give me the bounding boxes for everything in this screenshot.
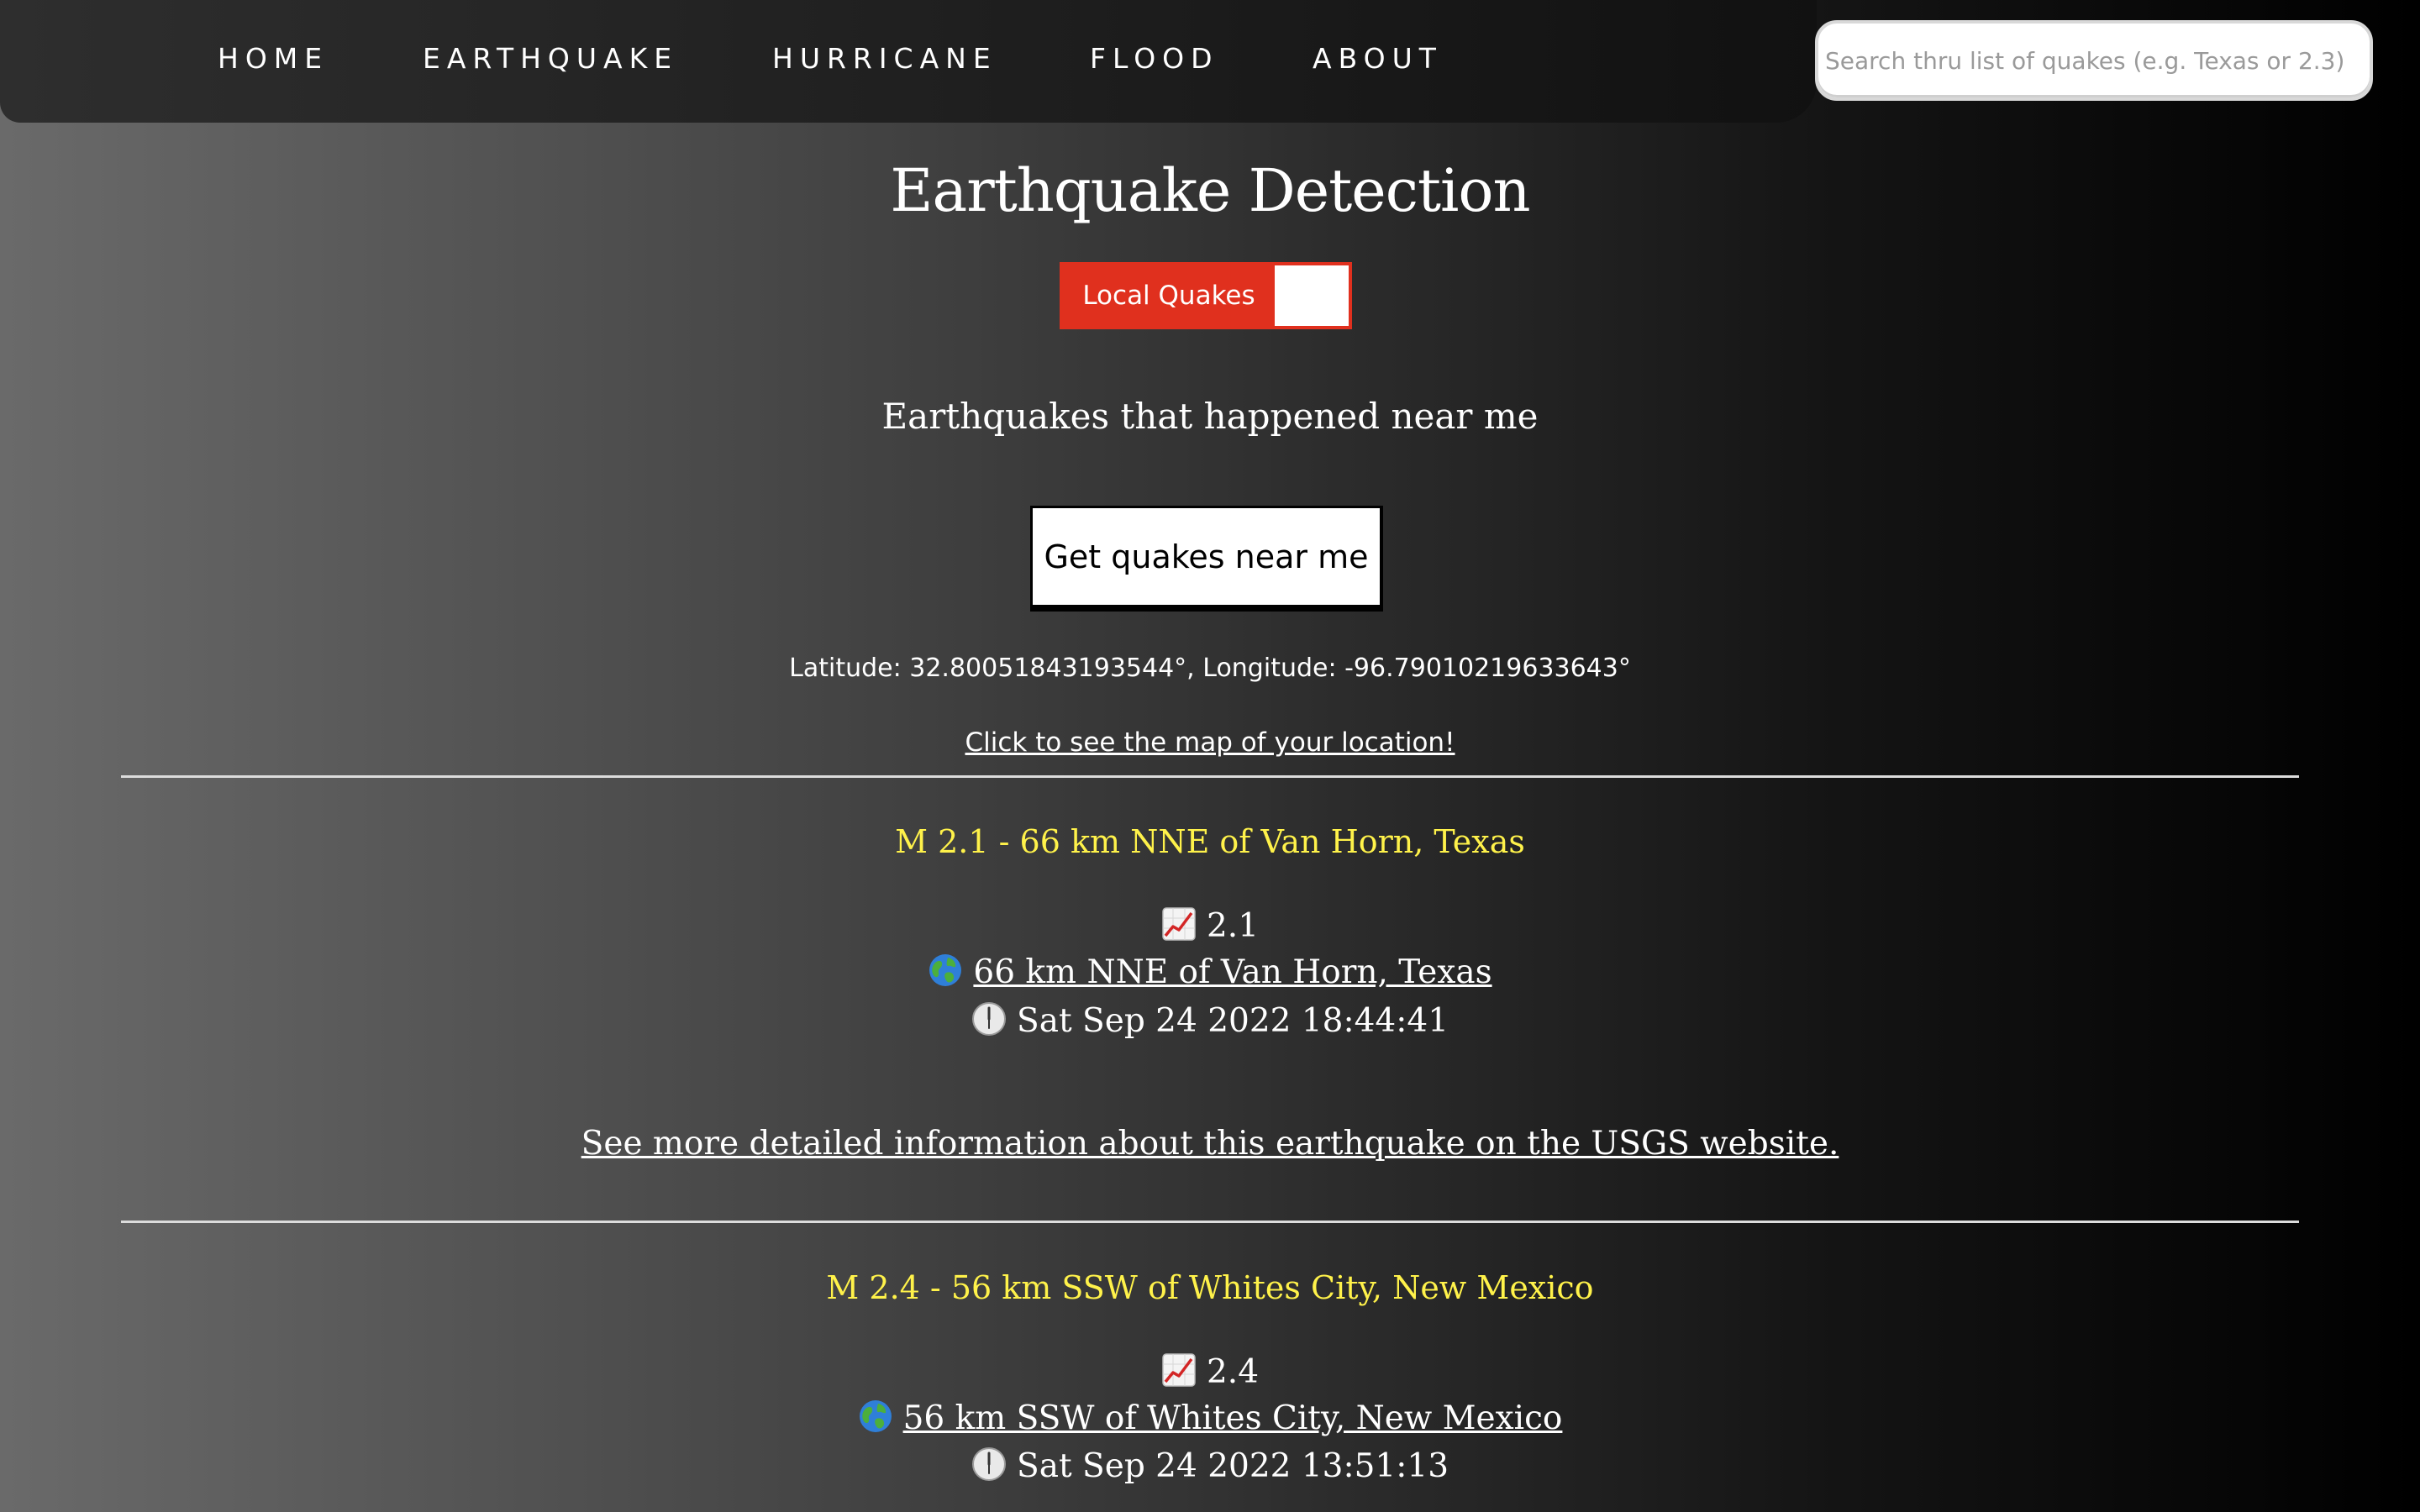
coordinates-text: Latitude: 32.80051843193544°, Longitude:…: [789, 654, 1631, 683]
quake-title: M 2.4 - 56 km SSW of Whites City, New Me…: [826, 1269, 1594, 1306]
quake-magnitude: 2.4: [0, 1349, 2420, 1396]
search-input[interactable]: [1815, 20, 2373, 101]
nav-item-flood[interactable]: FLOOD: [1090, 42, 1219, 76]
clock-icon: [971, 1002, 1006, 1036]
usgs-link-container: See more detailed information about this…: [0, 1121, 2420, 1168]
page-title: Earthquake Detection: [890, 156, 1530, 225]
toggle-label: Local Quakes: [1082, 281, 1255, 311]
quake-place: 56 km SSW of Whites City, New Mexico: [0, 1395, 2420, 1442]
quake-time: Sat Sep 24 2022 18:44:41: [0, 998, 2420, 1045]
quake-title: M 2.1 - 66 km NNE of Van Horn, Texas: [895, 823, 1525, 860]
section-subtitle: Earthquakes that happened near me: [881, 396, 1539, 437]
quake-place: 66 km NNE of Van Horn, Texas: [0, 949, 2420, 996]
usgs-link[interactable]: See more detailed information about this…: [581, 1125, 1839, 1163]
get-quakes-button[interactable]: Get quakes near me: [1030, 506, 1383, 612]
quake-magnitude-value: 2.4: [1206, 1353, 1260, 1391]
quake-magnitude-value: 2.1: [1206, 907, 1260, 945]
chart-increasing-icon: [1162, 907, 1196, 941]
toggle-knob[interactable]: [1275, 265, 1349, 326]
map-link-container: Click to see the map of your location!: [0, 724, 2420, 761]
nav-item-about[interactable]: ABOUT: [1313, 42, 1443, 76]
quake-time-value: Sat Sep 24 2022 13:51:13: [1016, 1447, 1449, 1485]
globe-icon: [929, 954, 962, 986]
chart-increasing-icon: [1162, 1353, 1196, 1387]
local-quakes-toggle[interactable]: Local Quakes: [1060, 262, 1352, 329]
nav-item-hurricane[interactable]: HURRICANE: [772, 42, 997, 76]
divider: [121, 775, 2299, 778]
nav-item-earthquake[interactable]: EARTHQUAKE: [423, 42, 678, 76]
nav-item-home[interactable]: HOME: [218, 42, 329, 76]
quake-magnitude: 2.1: [0, 903, 2420, 950]
globe-icon: [859, 1400, 892, 1432]
navbar: HOME EARTHQUAKE HURRICANE FLOOD ABOUT: [0, 0, 1817, 123]
divider: [121, 1221, 2299, 1223]
quake-time-value: Sat Sep 24 2022 18:44:41: [1016, 1002, 1449, 1040]
map-link[interactable]: Click to see the map of your location!: [965, 727, 1455, 758]
quake-place-link[interactable]: 66 km NNE of Van Horn, Texas: [973, 953, 1491, 991]
clock-icon: [971, 1447, 1006, 1481]
quake-place-link[interactable]: 56 km SSW of Whites City, New Mexico: [903, 1399, 1563, 1437]
quake-time: Sat Sep 24 2022 13:51:13: [0, 1443, 2420, 1490]
